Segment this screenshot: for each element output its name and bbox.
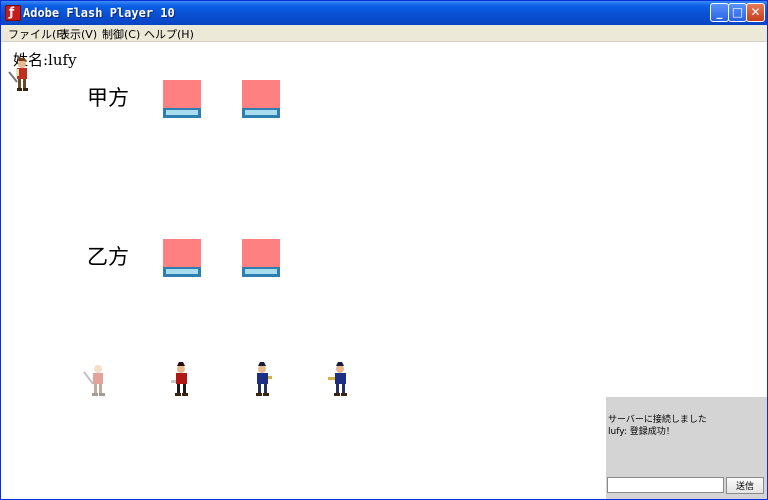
menu-help[interactable]: ヘルプ(H) [144, 26, 194, 42]
flash-player-icon: ƒ [5, 5, 21, 21]
window-title: Adobe Flash Player 10 [23, 6, 175, 20]
slot-base [163, 108, 201, 118]
menu-view[interactable]: 表示(V) [59, 26, 97, 42]
title-bar[interactable]: ƒ Adobe Flash Player 10 _ □ ✕ [1, 1, 767, 25]
send-button[interactable]: 送信 [726, 477, 764, 494]
character-sprite-4-icon[interactable] [326, 362, 352, 398]
team-b-slot-2[interactable] [242, 239, 280, 277]
flash-stage: 姓名:lufy 甲方 乙方 サーバーに接続しました lufy: 登録成功！ 送信 [1, 42, 767, 499]
chat-panel: サーバーに接続しました lufy: 登録成功！ 送信 [606, 397, 767, 499]
maximize-button[interactable]: □ [728, 3, 747, 22]
slot-card [242, 80, 280, 108]
slot-card [163, 239, 201, 267]
chat-input[interactable] [607, 477, 724, 493]
team-b-label: 乙方 [87, 245, 129, 269]
character-sprite-2-icon[interactable] [168, 362, 194, 398]
chat-message: lufy: 登録成功！ [608, 427, 675, 437]
team-a-slot-1[interactable] [163, 80, 201, 118]
close-button[interactable]: ✕ [746, 3, 765, 22]
slot-base [242, 108, 280, 118]
character-sprite-1-icon[interactable] [83, 362, 109, 398]
slot-base [163, 267, 201, 277]
character-sprite-3-icon[interactable] [249, 362, 275, 398]
team-b-slot-1[interactable] [163, 239, 201, 277]
menu-control[interactable]: 制御(C) [102, 26, 140, 42]
team-a-label: 甲方 [87, 86, 129, 110]
flash-player-window: ƒ Adobe Flash Player 10 _ □ ✕ ファイル(F) 表示… [0, 0, 768, 500]
menu-bar: ファイル(F) 表示(V) 制御(C) ヘルプ(H) [1, 25, 767, 42]
slot-card [163, 80, 201, 108]
slot-base [242, 267, 280, 277]
minimize-button[interactable]: _ [710, 3, 729, 22]
team-a-slot-2[interactable] [242, 80, 280, 118]
player-avatar-icon [8, 58, 28, 91]
slot-card [242, 239, 280, 267]
